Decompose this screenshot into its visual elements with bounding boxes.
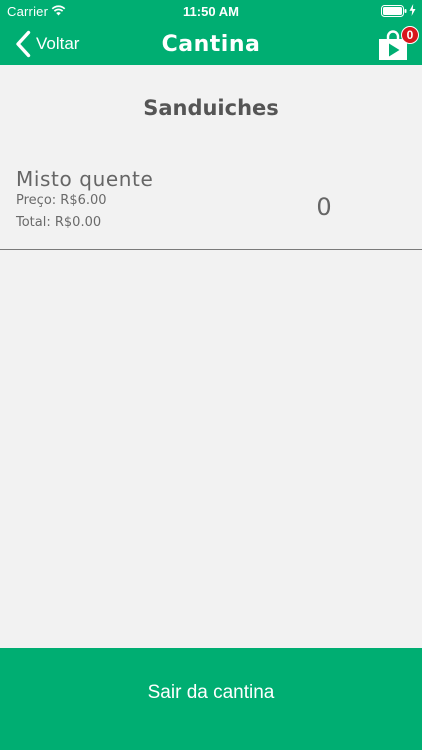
product-price: Preço: R$6.00 (16, 193, 107, 208)
status-bar: Carrier 11:50 AM (0, 0, 422, 22)
status-time: 11:50 AM (183, 4, 239, 19)
product-quantity[interactable]: 0 (300, 193, 348, 221)
product-total: Total: R$0.00 (16, 215, 102, 230)
cart-button[interactable]: 0 (376, 26, 419, 62)
page-title: Cantina (161, 32, 261, 57)
charging-bolt-icon (409, 4, 416, 16)
cart-count-badge: 0 (401, 26, 419, 44)
exit-cantina-button[interactable]: Sair da cantina (0, 648, 422, 750)
exit-cantina-label: Sair da cantina (147, 682, 275, 703)
product-name: Misto quente (16, 167, 154, 191)
battery-icon (381, 5, 407, 17)
category-title: Sanduiches (143, 96, 279, 120)
product-row[interactable]: Misto quente Preço: R$6.00 Total: R$0.00… (0, 160, 422, 250)
navigation-bar: Carrier 11:50 AM Voltar Cantina 0 (0, 0, 422, 65)
